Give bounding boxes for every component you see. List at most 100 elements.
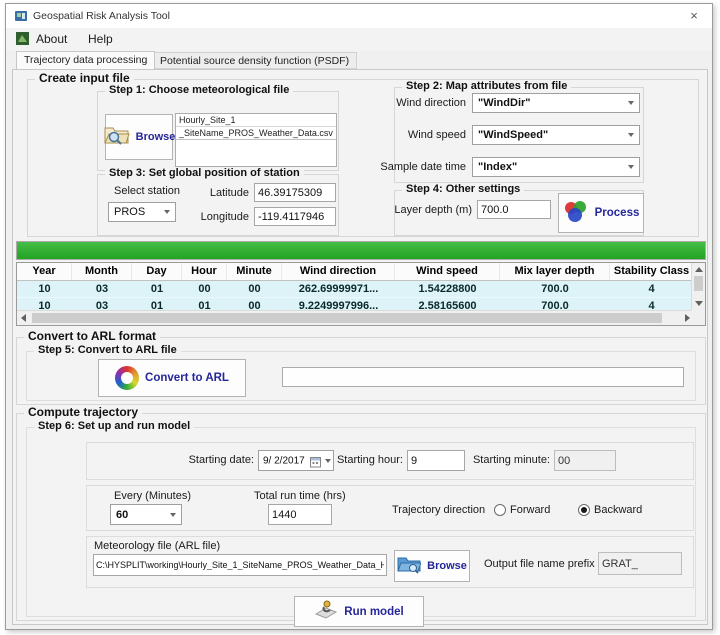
convert-to-arl-label: Convert to ARL xyxy=(145,372,229,384)
cell: 700.0 xyxy=(500,281,610,297)
col-wind-speed[interactable]: Wind speed xyxy=(395,263,500,280)
tab-strip: Trajectory data processing Potential sou… xyxy=(6,51,712,69)
menu-help-label: Help xyxy=(88,32,113,46)
cell: 00 xyxy=(182,281,227,297)
col-day[interactable]: Day xyxy=(132,263,182,280)
browse-arl-label: Browse xyxy=(427,560,467,572)
chevron-down-icon xyxy=(628,101,634,105)
convert-arl-title: Convert to ARL format xyxy=(24,329,160,343)
weather-data-table: Year Month Day Hour Minute Wind directio… xyxy=(16,262,706,326)
cell: 00 xyxy=(227,281,282,297)
total-run-time-label: Total run time (hrs) xyxy=(254,490,346,502)
tab-psdf[interactable]: Potential source density function (PSDF) xyxy=(152,52,357,69)
output-prefix-field[interactable] xyxy=(598,552,682,575)
forward-radio[interactable] xyxy=(494,504,506,516)
compute-trajectory-title: Compute trajectory xyxy=(24,405,142,419)
cell: 01 xyxy=(132,281,182,297)
menu-help[interactable]: Help xyxy=(82,28,119,51)
met-file-display[interactable]: Hourly_Site_1 _SiteName_PROS_Weather_Dat… xyxy=(175,113,337,167)
browse-met-file-label: Browse xyxy=(136,131,176,143)
run-model-label: Run model xyxy=(344,606,403,618)
menu-about[interactable]: About xyxy=(30,28,73,51)
wind-direction-select[interactable]: "WindDir" xyxy=(472,93,640,113)
wind-direction-label: Wind direction xyxy=(368,97,466,109)
menu-about-label: About xyxy=(36,32,67,46)
chevron-down-icon xyxy=(170,513,176,517)
app-window: Geospatial Risk Analysis Tool × About He… xyxy=(5,3,713,630)
total-run-time-field[interactable] xyxy=(268,504,332,525)
title-bar: Geospatial Risk Analysis Tool × xyxy=(6,4,712,28)
col-minute[interactable]: Minute xyxy=(227,263,282,280)
backward-radio[interactable] xyxy=(578,504,590,516)
cell: 262.69999971... xyxy=(282,281,395,297)
met-arl-file-field[interactable] xyxy=(93,554,387,576)
forward-label[interactable]: Forward xyxy=(510,504,550,516)
wind-direction-value: "WindDir" xyxy=(478,97,531,109)
scrollbar-corner xyxy=(691,310,705,325)
convert-to-arl-button[interactable]: Convert to ARL xyxy=(98,359,246,397)
table-row[interactable]: 10 03 01 00 00 262.69999971... 1.5422880… xyxy=(17,281,705,297)
every-minutes-label: Every (Minutes) xyxy=(114,490,191,502)
rgb-circles-icon xyxy=(563,199,589,228)
run-model-icon xyxy=(314,598,338,625)
step2-title: Step 2: Map attributes from file xyxy=(402,80,571,92)
met-file-line2: _SiteName_PROS_Weather_Data.csv xyxy=(176,127,336,140)
starting-date-value: 9/ 2/2017 xyxy=(263,455,305,466)
cell: 10 xyxy=(17,281,72,297)
scroll-down-icon[interactable] xyxy=(695,301,703,306)
about-icon xyxy=(16,32,29,50)
col-wind-direction[interactable]: Wind direction xyxy=(282,263,395,280)
col-hour[interactable]: Hour xyxy=(182,263,227,280)
every-minutes-select[interactable]: 60 xyxy=(110,504,182,525)
met-arl-file-label: Meteorology file (ARL file) xyxy=(94,540,220,552)
starting-hour-label: Starting hour: xyxy=(313,454,403,466)
layer-depth-label: Layer depth (m) xyxy=(374,204,472,216)
horizontal-scroll-thumb[interactable] xyxy=(32,313,662,323)
step3-title: Step 3: Set global position of station xyxy=(105,167,304,179)
col-month[interactable]: Month xyxy=(72,263,132,280)
sample-date-label: Sample date time xyxy=(368,161,466,173)
col-year[interactable]: Year xyxy=(17,263,72,280)
scroll-left-icon[interactable] xyxy=(21,314,26,322)
tab-trajectory-data-processing[interactable]: Trajectory data processing xyxy=(16,51,155,69)
process-label: Process xyxy=(595,207,640,219)
backward-label[interactable]: Backward xyxy=(594,504,642,516)
station-value: PROS xyxy=(114,206,145,218)
blue-folder-search-icon xyxy=(397,554,421,579)
latitude-field[interactable] xyxy=(254,183,336,202)
run-model-button[interactable]: Run model xyxy=(294,596,424,627)
trajectory-direction-label: Trajectory direction xyxy=(392,504,485,516)
vertical-scrollbar[interactable] xyxy=(691,263,705,310)
chevron-down-icon xyxy=(628,165,634,169)
output-prefix-label: Output file name prefix xyxy=(484,558,595,570)
window-title: Geospatial Risk Analysis Tool xyxy=(33,10,170,22)
process-button[interactable]: Process xyxy=(558,193,644,233)
met-file-line1: Hourly_Site_1 xyxy=(176,114,336,127)
close-button[interactable]: × xyxy=(676,4,712,28)
progress-fill xyxy=(17,242,705,259)
vertical-scroll-thumb[interactable] xyxy=(694,276,703,291)
starting-minute-label: Starting minute: xyxy=(450,454,550,466)
folder-search-icon xyxy=(103,123,130,151)
cell: 4 xyxy=(610,281,693,297)
col-mix-layer-depth[interactable]: Mix layer depth xyxy=(500,263,610,280)
cell: 03 xyxy=(72,281,132,297)
arl-progress-bar xyxy=(282,367,684,387)
app-icon xyxy=(14,9,28,28)
latitude-label: Latitude xyxy=(171,187,249,199)
browse-arl-button[interactable]: Browse xyxy=(394,550,470,582)
col-stability-class[interactable]: Stability Class xyxy=(610,263,693,280)
horizontal-scrollbar[interactable] xyxy=(17,310,693,325)
scroll-up-icon[interactable] xyxy=(695,267,703,272)
scroll-right-icon[interactable] xyxy=(685,314,690,322)
sample-date-select[interactable]: "Index" xyxy=(472,157,640,177)
wind-speed-select[interactable]: "WindSpeed" xyxy=(472,125,640,145)
color-wheel-icon xyxy=(115,366,139,390)
cell: 1.54228800 xyxy=(395,281,500,297)
layer-depth-field[interactable] xyxy=(477,200,551,219)
station-select[interactable]: PROS xyxy=(108,202,176,222)
browse-met-file-button[interactable]: Browse xyxy=(105,114,173,160)
longitude-field[interactable] xyxy=(254,207,336,226)
starting-minute-field[interactable] xyxy=(554,450,616,471)
every-minutes-value: 60 xyxy=(116,509,128,521)
